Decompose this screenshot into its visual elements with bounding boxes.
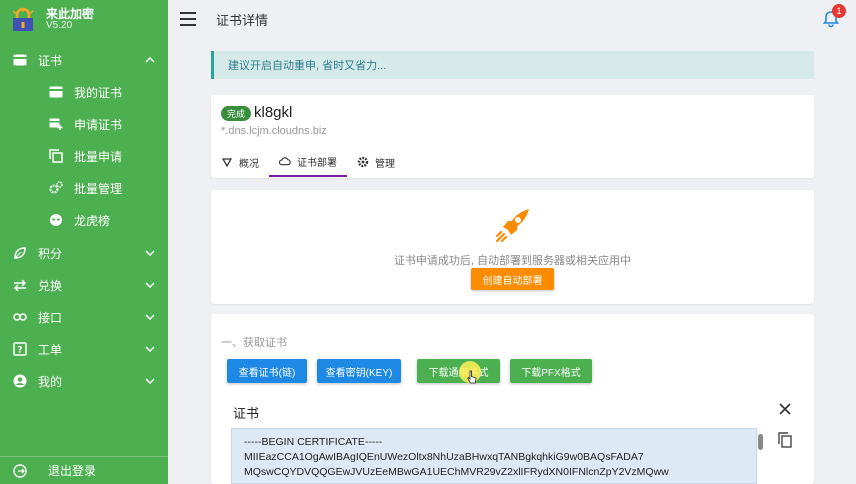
download-pfx-button[interactable]: 下载PFX格式 [510,359,592,383]
leaf-icon [12,245,28,261]
card-icon [12,52,28,68]
menu-icon[interactable] [180,12,196,26]
sidebar-item-batch-manage[interactable]: 批量管理 [0,172,168,204]
cert-name: kl8gkl [254,104,293,121]
link-icon [12,309,28,325]
app-name: 来此加密 [46,7,95,21]
copy-icon [48,148,64,164]
tab-manage[interactable]: 管理 [347,147,405,177]
sidebar-nav: 证书 我的证书 申请证书 批量申请 批量管理 龙虎榜 积分 兑换 接口 ? 工单… [0,44,168,397]
mouse-cursor-icon [467,370,477,384]
sidebar: 来此加密 V5.20 证书 我的证书 申请证书 批量申请 批量管理 龙虎榜 积分… [0,0,168,484]
sidebar-item-leaderboard[interactable]: 龙虎榜 [0,204,168,236]
chevron-down-icon [144,279,156,291]
tab-overview[interactable]: 概况 [211,147,269,177]
cert-line: -----BEGIN CERTIFICATE----- [244,436,383,448]
chevron-down-icon [144,343,156,355]
create-auto-deploy-button[interactable]: 创建自动部署 [471,268,554,290]
cloud-icon [279,155,291,167]
sidebar-item-my-certs[interactable]: 我的证书 [0,76,168,108]
svg-text:?: ? [17,346,22,356]
download-card: 一、获取证书 查看证书(链) 查看密钥(KEY) 下载通用格式 下载PFX格式 … [211,314,814,484]
tab-bar: 概况 证书部署 管理 [211,147,405,177]
card-icon [48,84,64,100]
help-box-icon: ? [12,341,28,357]
rocket-icon [495,209,529,243]
cert-textarea[interactable]: -----BEGIN CERTIFICATE----- MIIEazCCA1Og… [231,428,757,484]
cert-line: MIIEazCCA1OgAwIBAgIQEnUWezOltx8NhUzaBHwx… [244,451,644,463]
sidebar-item-points[interactable]: 积分 [0,237,168,269]
copy-icon[interactable] [778,432,792,448]
top-bar: 证书详情 [168,0,856,38]
gear-icon [357,156,369,168]
sidebar-item-mine[interactable]: 我的 [0,365,168,397]
auto-deploy-card: 证书申请成功后, 自动部署到服务器或相关应用中 创建自动部署 [211,190,814,304]
add-card-icon [48,116,64,132]
scrollbar[interactable] [758,434,763,450]
view-key-button[interactable]: 查看密钥(KEY) [317,359,401,383]
view-cert-chain-button[interactable]: 查看证书(链) [227,359,307,383]
sidebar-item-tickets[interactable]: ? 工单 [0,333,168,365]
logout-label: 退出登录 [48,464,97,478]
chevron-down-icon [144,311,156,323]
chevron-down-icon [144,247,156,259]
close-icon[interactable] [778,402,792,416]
alien-icon [48,212,64,228]
sidebar-item-exchange[interactable]: 兑换 [0,269,168,301]
page-title: 证书详情 [216,12,269,28]
logout-button[interactable]: 退出登录 [0,456,168,484]
chevron-up-icon [144,54,156,66]
swap-icon [12,277,28,293]
app-version: V5.20 [46,20,73,31]
logo-icon [12,7,34,31]
logout-icon [12,463,28,479]
sidebar-item-apply-cert[interactable]: 申请证书 [0,108,168,140]
notice-banner: 建议开启自动重申, 省时又省力... [211,51,814,79]
triangle-down-icon [221,156,233,168]
chevron-down-icon [144,375,156,387]
cert-header-card: 完成 kl8gkl *.dns.lcjm.cloudns.biz 概况 证书部署… [211,95,814,178]
status-badge: 完成 [221,106,252,121]
brand[interactable]: 来此加密 V5.20 [0,0,168,40]
cert-domain: *.dns.lcjm.cloudns.biz [221,125,327,137]
cert-view-title: 证书 [233,406,260,421]
deploy-hint: 证书申请成功后, 自动部署到服务器或相关应用中 [393,255,632,267]
cert-line: MQswCQYDVQQGEwJVUzEeMBwGA1UEChMVR29vZ2xl… [244,466,669,478]
notification-badge: 1 [832,4,846,18]
section-title: 一、获取证书 [221,337,287,349]
gears-icon [48,180,64,196]
sidebar-item-api[interactable]: 接口 [0,301,168,333]
tab-deploy[interactable]: 证书部署 [269,147,347,177]
sidebar-item-certs[interactable]: 证书 [0,44,168,76]
account-icon [12,373,28,389]
sidebar-item-batch-apply[interactable]: 批量申请 [0,140,168,172]
